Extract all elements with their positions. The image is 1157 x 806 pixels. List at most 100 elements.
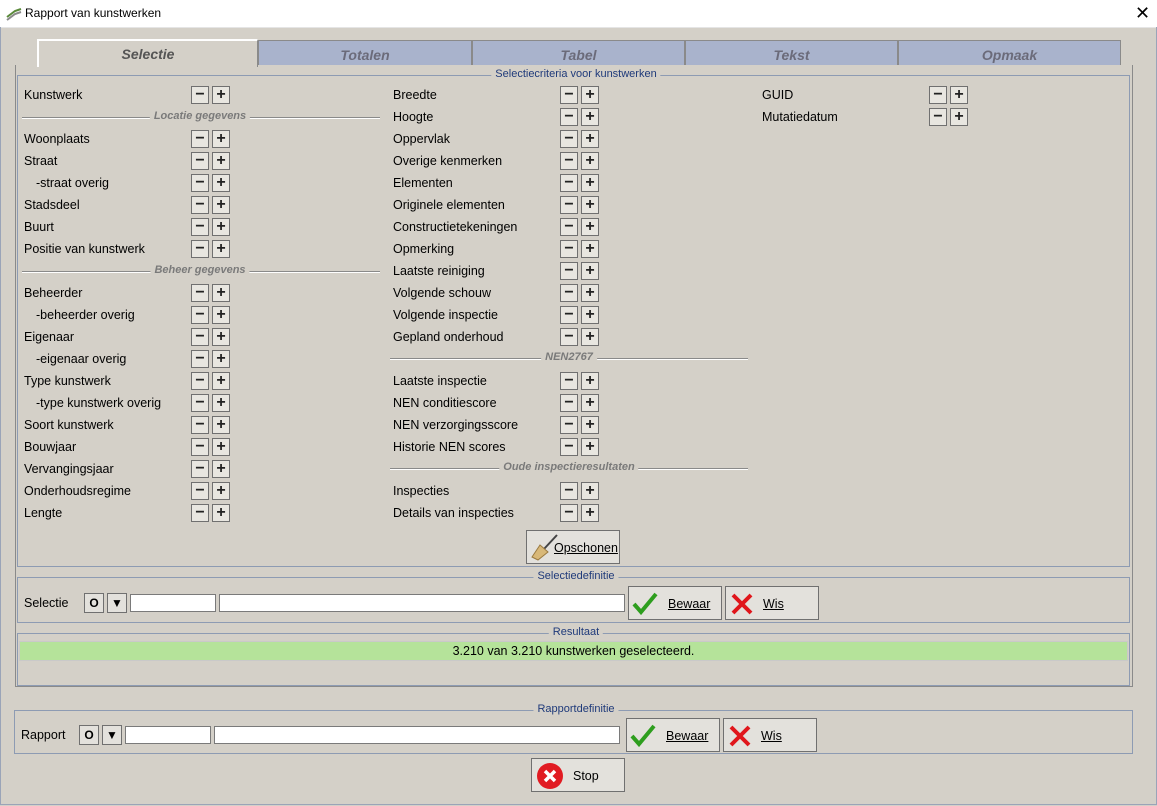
plus-button-breedte[interactable]: + [581,86,599,104]
plus-button-eigenaar-overig[interactable]: + [212,350,230,368]
minus-button-overige-kenmerken[interactable]: − [560,152,578,170]
minus-button-laatste-reiniging[interactable]: − [560,262,578,280]
minus-button-gepland-onderhoud[interactable]: − [560,328,578,346]
minus-button-nen-verzorgingsscore[interactable]: − [560,416,578,434]
minus-button-nen-conditiescore[interactable]: − [560,394,578,412]
plus-button-historie-nen-scores[interactable]: + [581,438,599,456]
minus-button-beheerder-overig[interactable]: − [191,306,209,324]
rapport-code-input[interactable] [125,726,211,744]
opschonen-label: Opschonen [554,541,618,555]
criterium-label-volgende-schouw: Volgende schouw [393,286,491,300]
minus-button-type-kunstwerk[interactable]: − [191,372,209,390]
tab-tekst[interactable]: Tekst [685,40,898,65]
minus-button-soort-kunstwerk[interactable]: − [191,416,209,434]
minus-button-originele-elementen[interactable]: − [560,196,578,214]
selectie-code-input[interactable] [130,594,216,612]
minus-button-mutatiedatum[interactable]: − [929,108,947,126]
plus-button-beheerder-overig[interactable]: + [212,306,230,324]
minus-button-lengte[interactable]: − [191,504,209,522]
plus-button-laatste-reiniging[interactable]: + [581,262,599,280]
minus-button-volgende-inspectie[interactable]: − [560,306,578,324]
minus-button-historie-nen-scores[interactable]: − [560,438,578,456]
plus-button-mutatiedatum[interactable]: + [950,108,968,126]
plus-button-type-kunstwerk[interactable]: + [212,372,230,390]
rapport-name-input[interactable] [214,726,620,744]
minus-button-oppervlak[interactable]: − [560,130,578,148]
rapport-dropdown-button[interactable]: ▼ [102,725,122,745]
criterium-label-type-kunstwerk-overig: -type kunstwerk overig [36,396,162,410]
plus-button-eigenaar[interactable]: + [212,328,230,346]
plus-button-soort-kunstwerk[interactable]: + [212,416,230,434]
plus-button-lengte[interactable]: + [212,504,230,522]
minus-button-volgende-schouw[interactable]: − [560,284,578,302]
minus-button-type-kunstwerk-overig[interactable]: − [191,394,209,412]
minus-button-woonplaats[interactable]: − [191,130,209,148]
minus-button-elementen[interactable]: − [560,174,578,192]
minus-button-bouwjaar[interactable]: − [191,438,209,456]
plus-button-gepland-onderhoud[interactable]: + [581,328,599,346]
minus-button-constructietekeningen[interactable]: − [560,218,578,236]
plus-button-nen-conditiescore[interactable]: + [581,394,599,412]
minus-button-inspecties[interactable]: − [560,482,578,500]
tab-totalen[interactable]: Totalen [258,40,472,65]
plus-button-elementen[interactable]: + [581,174,599,192]
tab-opmaak[interactable]: Opmaak [898,40,1121,65]
plus-button-laatste-inspectie[interactable]: + [581,372,599,390]
plus-button-woonplaats[interactable]: + [212,130,230,148]
close-icon[interactable]: ✕ [1128,0,1157,27]
plus-button-straat[interactable]: + [212,152,230,170]
plus-button-overige-kenmerken[interactable]: + [581,152,599,170]
minus-button-eigenaar-overig[interactable]: − [191,350,209,368]
plus-button-bouwjaar[interactable]: + [212,438,230,456]
minus-button-guid[interactable]: − [929,86,947,104]
minus-button-kunstwerk[interactable]: − [191,86,209,104]
opschonen-button[interactable]: Opschonen [526,530,620,564]
minus-button-straat-overig[interactable]: − [191,174,209,192]
minus-button-hoogte[interactable]: − [560,108,578,126]
minus-button-breedte[interactable]: − [560,86,578,104]
minus-button-positie-van-kunstwerk[interactable]: − [191,240,209,258]
rapport-open-button[interactable]: O [79,725,99,745]
stop-button[interactable]: Stop [531,758,625,792]
plus-button-kunstwerk[interactable]: + [212,86,230,104]
plus-button-constructietekeningen[interactable]: + [581,218,599,236]
plus-button-vervangingsjaar[interactable]: + [212,460,230,478]
selectie-open-button[interactable]: O [84,593,104,613]
plus-button-originele-elementen[interactable]: + [581,196,599,214]
plus-button-oppervlak[interactable]: + [581,130,599,148]
plus-button-straat-overig[interactable]: + [212,174,230,192]
rapport-bewaar-button[interactable]: Bewaar [626,718,720,752]
minus-button-laatste-inspectie[interactable]: − [560,372,578,390]
minus-button-buurt[interactable]: − [191,218,209,236]
plus-button-guid[interactable]: + [950,86,968,104]
minus-button-details-van-inspecties[interactable]: − [560,504,578,522]
minus-button-beheerder[interactable]: − [191,284,209,302]
selectie-bewaar-button[interactable]: Bewaar [628,586,722,620]
plus-button-positie-van-kunstwerk[interactable]: + [212,240,230,258]
plus-button-buurt[interactable]: + [212,218,230,236]
selectie-wis-button[interactable]: Wis [725,586,819,620]
tab-selectie[interactable]: Selectie [37,39,258,67]
plus-button-type-kunstwerk-overig[interactable]: + [212,394,230,412]
tab-tabel[interactable]: Tabel [472,40,685,65]
plus-button-volgende-schouw[interactable]: + [581,284,599,302]
selectie-dropdown-button[interactable]: ▼ [107,593,127,613]
minus-button-vervangingsjaar[interactable]: − [191,460,209,478]
plus-button-hoogte[interactable]: + [581,108,599,126]
plus-button-details-van-inspecties[interactable]: + [581,504,599,522]
selectie-name-input[interactable] [219,594,625,612]
rapport-wis-button[interactable]: Wis [723,718,817,752]
plus-button-volgende-inspectie[interactable]: + [581,306,599,324]
plus-button-inspecties[interactable]: + [581,482,599,500]
minus-button-stadsdeel[interactable]: − [191,196,209,214]
minus-button-onderhoudsregime[interactable]: − [191,482,209,500]
plus-button-nen-verzorgingsscore[interactable]: + [581,416,599,434]
minus-button-eigenaar[interactable]: − [191,328,209,346]
plus-button-stadsdeel[interactable]: + [212,196,230,214]
plus-button-onderhoudsregime[interactable]: + [212,482,230,500]
minus-button-opmerking[interactable]: − [560,240,578,258]
minus-button-straat[interactable]: − [191,152,209,170]
plus-button-beheerder[interactable]: + [212,284,230,302]
criterium-label-breedte: Breedte [393,88,437,102]
plus-button-opmerking[interactable]: + [581,240,599,258]
